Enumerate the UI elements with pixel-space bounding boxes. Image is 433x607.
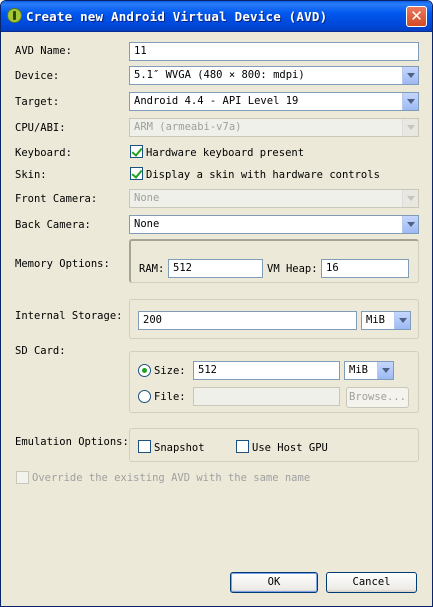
internal-storage-unit-select[interactable]: MiB — [361, 311, 411, 330]
device-label: Device: — [15, 70, 60, 82]
window-title: Create new Android Virtual Device (AVD) — [26, 9, 328, 24]
sd-card-label: SD Card: — [15, 345, 66, 357]
title-bar[interactable]: Create new Android Virtual Device (AVD) … — [1, 1, 432, 32]
chevron-down-icon[interactable] — [402, 67, 418, 84]
back-camera-select[interactable]: None — [129, 215, 419, 234]
emulation-options-label: Emulation Options: — [15, 436, 129, 448]
hardware-keyboard-checkbox[interactable] — [130, 145, 143, 158]
avd-name-label: AVD Name: — [15, 45, 72, 57]
device-select[interactable]: 5.1″ WVGA (480 × 800: mdpi) — [129, 66, 419, 85]
ram-input[interactable]: 512 — [168, 259, 263, 278]
chevron-down-icon — [402, 190, 418, 207]
cpu-abi-value: ARM (armeabi-v7a) — [134, 121, 242, 133]
chevron-down-icon[interactable] — [402, 216, 418, 233]
cpu-abi-label: CPU/ABI: — [15, 122, 66, 134]
chevron-down-icon — [402, 119, 418, 136]
memory-options-label: Memory Options: — [15, 258, 110, 270]
front-camera-select: None — [129, 189, 419, 208]
hardware-keyboard-label[interactable]: Hardware keyboard present — [146, 147, 304, 159]
chevron-down-icon[interactable] — [377, 362, 393, 379]
back-camera-value: None — [134, 218, 160, 230]
sd-file-radio[interactable] — [138, 390, 151, 403]
override-checkbox — [16, 471, 29, 484]
snapshot-checkbox[interactable] — [138, 440, 151, 453]
internal-storage-input[interactable]: 200 — [138, 311, 357, 330]
target-select[interactable]: Android 4.4 - API Level 19 — [129, 92, 419, 111]
close-button[interactable]: ✕ — [406, 6, 427, 27]
sd-size-unit-value: MiB — [349, 364, 368, 376]
snapshot-label[interactable]: Snapshot — [154, 442, 205, 454]
override-label: Override the existing AVD with the same … — [32, 472, 311, 484]
cancel-button[interactable]: Cancel — [326, 572, 417, 593]
use-host-gpu-label[interactable]: Use Host GPU — [252, 442, 328, 454]
sd-size-radio[interactable] — [138, 364, 151, 377]
device-value: 5.1″ WVGA (480 × 800: mdpi) — [134, 69, 305, 81]
chevron-down-icon[interactable] — [394, 312, 410, 329]
browse-button: Browse... — [346, 387, 409, 408]
skin-label: Skin: — [15, 169, 47, 181]
skin-checkbox-label[interactable]: Display a skin with hardware controls — [146, 169, 380, 181]
vm-heap-input[interactable]: 16 — [321, 259, 409, 278]
internal-storage-unit-value: MiB — [366, 314, 385, 326]
sd-size-unit-select[interactable]: MiB — [344, 361, 394, 380]
cpu-abi-select: ARM (armeabi-v7a) — [129, 118, 419, 137]
sd-size-input[interactable]: 512 — [193, 361, 340, 380]
android-sdk-icon — [7, 8, 22, 23]
front-camera-label: Front Camera: — [15, 193, 98, 205]
keyboard-label: Keyboard: — [15, 147, 72, 159]
sd-file-label[interactable]: File: — [154, 391, 186, 403]
use-host-gpu-checkbox[interactable] — [236, 440, 249, 453]
vm-heap-label: VM Heap: — [267, 263, 318, 275]
sd-size-label[interactable]: Size: — [154, 365, 186, 377]
ram-label: RAM: — [139, 263, 165, 275]
back-camera-label: Back Camera: — [15, 219, 91, 231]
sd-file-input — [193, 387, 340, 406]
avd-name-input[interactable]: 11 — [129, 42, 419, 61]
internal-storage-label: Internal Storage: — [15, 310, 123, 322]
chevron-down-icon[interactable] — [402, 93, 418, 110]
target-label: Target: — [15, 96, 60, 108]
skin-checkbox[interactable] — [130, 167, 143, 180]
avd-dialog: Create new Android Virtual Device (AVD) … — [0, 0, 433, 607]
front-camera-value: None — [134, 192, 160, 204]
target-value: Android 4.4 - API Level 19 — [134, 95, 299, 107]
ok-button[interactable]: OK — [230, 572, 318, 593]
